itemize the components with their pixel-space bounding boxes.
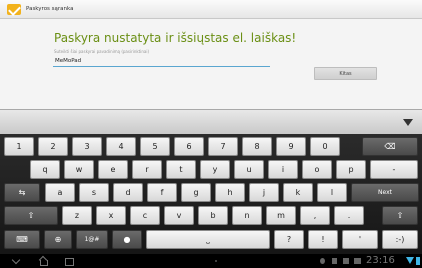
menu-dot-icon[interactable]	[215, 260, 217, 262]
on-screen-keyboard: 1 2 3 4 5 6 7 8 9 0 ⌫ q w e r t y u i o p - ⇆ a s d f g h j k l Next ⇧ z x c…	[0, 134, 422, 254]
key-5[interactable]: 5	[140, 137, 170, 156]
key-w[interactable]: w	[64, 160, 94, 179]
key-a[interactable]: a	[45, 183, 75, 202]
shift-icon[interactable]: ⇧	[382, 206, 418, 225]
key-n[interactable]: n	[232, 206, 262, 225]
key-e[interactable]: e	[98, 160, 128, 179]
key-7[interactable]: 7	[208, 137, 238, 156]
key-t[interactable]: t	[166, 160, 196, 179]
key-x[interactable]: x	[96, 206, 126, 225]
home-icon[interactable]	[38, 257, 48, 266]
key-symbol[interactable]: :-)	[382, 230, 418, 249]
key-z[interactable]: z	[62, 206, 92, 225]
key-v[interactable]: v	[164, 206, 194, 225]
key-r[interactable]: r	[132, 160, 162, 179]
key-6[interactable]: 6	[174, 137, 204, 156]
key-1[interactable]: 1	[4, 137, 34, 156]
clock: 23:16	[366, 255, 395, 266]
keyboard-icon[interactable]: ⌨	[4, 230, 40, 249]
recent-apps-icon[interactable]	[64, 257, 74, 266]
title-bar: Paskyros sąranka	[0, 0, 422, 19]
app-title: Paskyros sąranka	[26, 6, 74, 12]
page-title: Paskyra nustatyta ir išsiųstas el. laišk…	[54, 31, 297, 45]
notification-icon	[320, 258, 325, 264]
shift-icon[interactable]: ⇧	[4, 206, 58, 225]
app-check-icon	[7, 3, 21, 15]
back-icon[interactable]	[12, 257, 22, 265]
key-d[interactable]: d	[113, 183, 143, 202]
key-0[interactable]: 0	[310, 137, 340, 156]
backspace-icon[interactable]: ⌫	[362, 137, 418, 156]
key-2[interactable]: 2	[38, 137, 68, 156]
key-symbol[interactable]: '	[342, 230, 378, 249]
key-p[interactable]: p	[336, 160, 366, 179]
account-name-label: Suteikti šiai paskyrai pavadinimą (pasir…	[54, 49, 150, 54]
key-symbol[interactable]: -	[370, 160, 418, 179]
key-8[interactable]: 8	[242, 137, 272, 156]
key-h[interactable]: h	[215, 183, 245, 202]
account-name-input[interactable]	[53, 56, 270, 67]
image-icon	[354, 258, 361, 264]
key-u[interactable]: u	[234, 160, 264, 179]
key-y[interactable]: y	[200, 160, 230, 179]
key-symbol[interactable]: ?	[274, 230, 304, 249]
keyboard-toolbar	[0, 109, 422, 134]
mic-icon[interactable]: ●	[112, 230, 142, 249]
account-setup-panel: Paskyra nustatyta ir išsiųstas el. laišk…	[0, 19, 422, 109]
tab-icon[interactable]: ⇆	[4, 183, 40, 202]
wifi-icon	[406, 257, 414, 264]
key-3[interactable]: 3	[72, 137, 102, 156]
key-symbol[interactable]: ,	[300, 206, 330, 225]
key-j[interactable]: j	[249, 183, 279, 202]
key-c[interactable]: c	[130, 206, 160, 225]
navigation-bar: 23:16	[0, 254, 422, 268]
globe-icon[interactable]: ⊕	[44, 230, 72, 249]
key-f[interactable]: f	[147, 183, 177, 202]
key-b[interactable]: b	[198, 206, 228, 225]
key-symbol[interactable]: 1@#	[76, 230, 108, 249]
key-i[interactable]: i	[268, 160, 298, 179]
key-9[interactable]: 9	[276, 137, 306, 156]
file-icon	[332, 258, 337, 264]
key-s[interactable]: s	[79, 183, 109, 202]
key-q[interactable]: q	[30, 160, 60, 179]
key-l[interactable]: l	[317, 183, 347, 202]
key-4[interactable]: 4	[106, 137, 136, 156]
key-m[interactable]: m	[266, 206, 296, 225]
key-symbol[interactable]: Next	[351, 183, 419, 202]
key-k[interactable]: k	[283, 183, 313, 202]
key-g[interactable]: g	[181, 183, 211, 202]
key-symbol[interactable]: !	[308, 230, 338, 249]
hide-keyboard-icon[interactable]	[403, 119, 413, 126]
key-o[interactable]: o	[302, 160, 332, 179]
space-icon[interactable]: ⎵	[146, 230, 270, 249]
battery-icon	[416, 257, 420, 265]
key-symbol[interactable]: .	[334, 206, 364, 225]
next-button[interactable]: Kitas	[314, 67, 377, 80]
mail-icon	[343, 258, 349, 264]
